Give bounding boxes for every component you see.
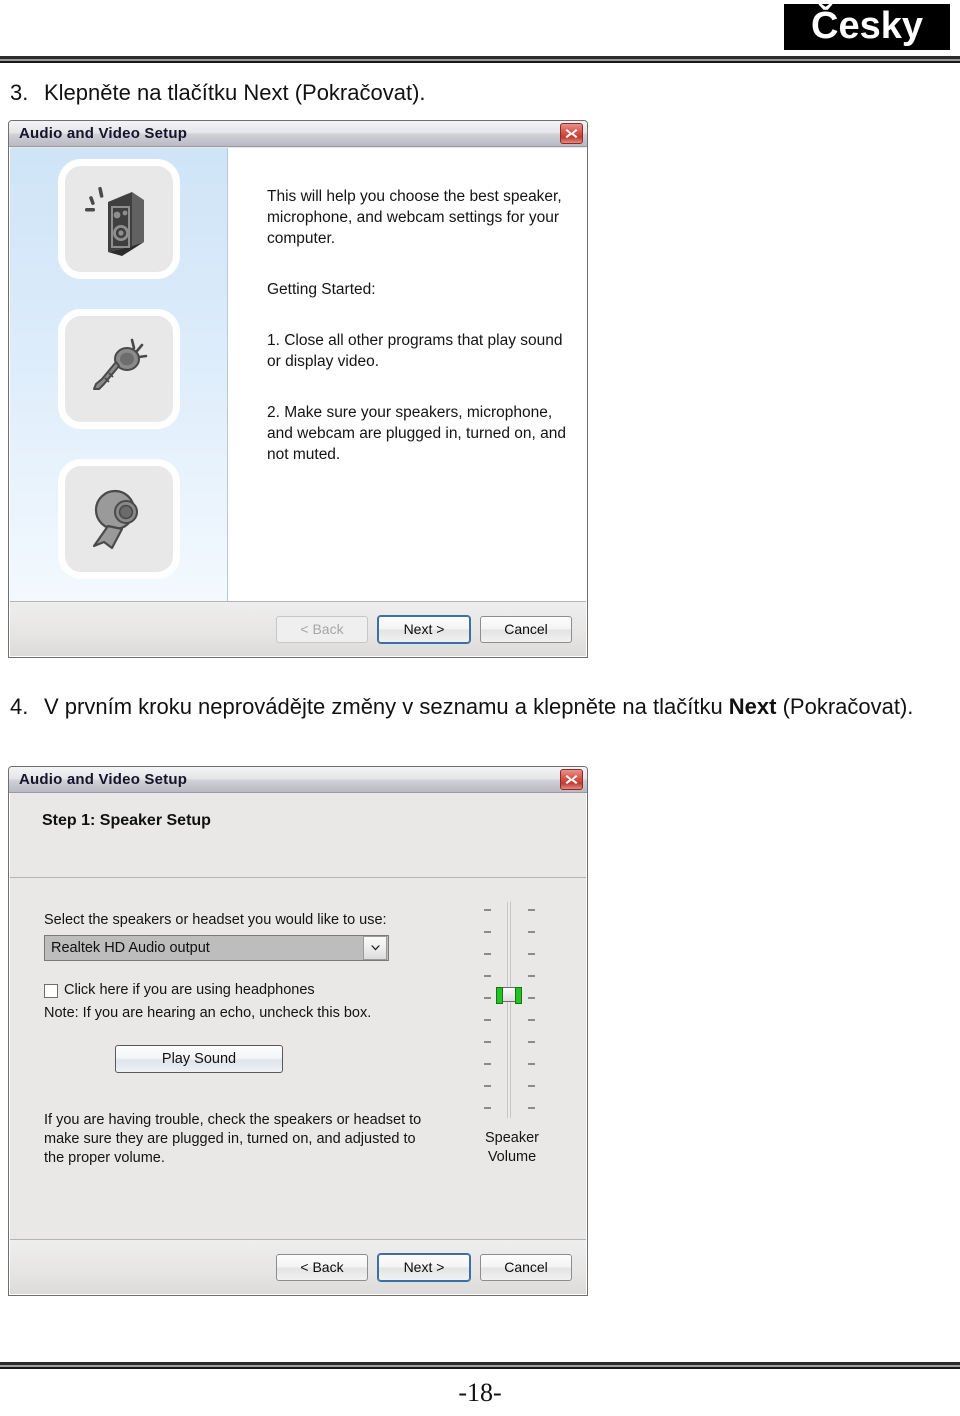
next-button[interactable]: Next >	[378, 1253, 470, 1281]
dialog1-titlebar: Audio and Video Setup	[9, 121, 587, 147]
step-header-text: Step 1: Speaker Setup	[42, 812, 211, 829]
echo-note: Note: If you are hearing an echo, unchec…	[44, 1005, 372, 1021]
dialog1-content: This will help you choose the best speak…	[229, 148, 586, 601]
close-icon[interactable]	[560, 769, 583, 790]
step-3: 3. Klepněte na tlačítku Next (Pokračovat…	[10, 78, 910, 108]
next-button[interactable]: Next >	[378, 615, 470, 643]
speaker-volume-caption-line1: Speaker	[484, 1130, 539, 1146]
microphone-icon	[65, 316, 173, 422]
dialog2-button-bar: < Back Next > Cancel	[10, 1239, 586, 1294]
getting-started-heading: Getting Started:	[267, 281, 376, 298]
dialog2-title: Audio and Video Setup	[19, 771, 188, 788]
audio-video-setup-dialog-speaker: Audio and Video Setup Step 1: Speaker Se…	[8, 766, 588, 1296]
speaker-volume-caption: Speaker Volume	[476, 1129, 548, 1167]
footer-rule	[0, 1362, 960, 1369]
dialog2-titlebar: Audio and Video Setup	[9, 767, 587, 793]
headphones-checkbox[interactable]	[44, 983, 58, 998]
intro-paragraph: This will help you choose the best speak…	[267, 188, 562, 247]
dialog1-body: This will help you choose the best speak…	[10, 148, 586, 601]
step-3-text: Klepněte na tlačítku Next (Pokračovat).	[44, 80, 426, 105]
speaker-device-select[interactable]: Realtek HD Audio output	[44, 935, 389, 961]
slider-thumb[interactable]	[496, 987, 522, 1004]
headphones-checkbox-row[interactable]: Click here if you are using headphones	[44, 981, 315, 1000]
speaker-volume-slider[interactable]: Speaker Volume	[476, 901, 548, 1165]
dialog1-icon-sidebar	[10, 148, 228, 601]
step-4: 4. V prvním kroku neprovádějte změny v s…	[10, 692, 940, 722]
slider-track	[507, 901, 511, 1119]
step-4-number: 4.	[10, 694, 29, 719]
step-3-number: 3.	[10, 80, 29, 105]
speaker-select-label: Select the speakers or headset you would…	[44, 912, 387, 928]
dialog2-pane: Select the speakers or headset you would…	[10, 879, 586, 1239]
webcam-icon	[65, 466, 173, 572]
audio-video-setup-dialog-intro: Audio and Video Setup This will help you…	[8, 120, 588, 658]
dialog1-button-bar: < Back Next > Cancel	[10, 601, 586, 656]
cancel-button[interactable]: Cancel	[480, 1253, 572, 1281]
close-icon[interactable]	[560, 123, 583, 144]
troubleshooting-text: If you are having trouble, check the spe…	[44, 1112, 422, 1166]
chevron-down-icon[interactable]	[363, 936, 387, 960]
getting-started-item-2: 2. Make sure your speakers, microphone, …	[267, 404, 567, 463]
page-number: -18-	[458, 1378, 502, 1407]
step-4-text-part2: (Pokračovat).	[776, 694, 914, 719]
header-rule	[0, 56, 960, 64]
dialog1-title: Audio and Video Setup	[19, 125, 188, 142]
play-sound-button[interactable]: Play Sound	[115, 1045, 283, 1073]
dialog2-step-header: Step 1: Speaker Setup	[10, 794, 586, 878]
language-badge: Česky	[784, 4, 950, 50]
cancel-button[interactable]: Cancel	[480, 615, 572, 643]
speaker-icon	[65, 166, 173, 272]
step-4-text-bold: Next	[728, 694, 777, 719]
headphones-checkbox-label: Click here if you are using headphones	[64, 982, 315, 998]
step-4-text: V prvním kroku neprovádějte změny v sezn…	[44, 692, 940, 722]
speaker-device-value: Realtek HD Audio output	[51, 940, 210, 956]
step-4-text-part1: V prvním kroku neprovádějte změny v sezn…	[44, 694, 729, 719]
speaker-volume-caption-line2: Volume	[487, 1149, 537, 1165]
back-button[interactable]: < Back	[276, 1253, 368, 1281]
back-button[interactable]: < Back	[276, 615, 368, 643]
getting-started-item-1: 1. Close all other programs that play so…	[267, 332, 563, 370]
